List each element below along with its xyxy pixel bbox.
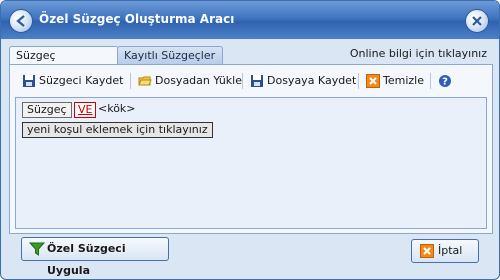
help-icon: ? (439, 75, 451, 88)
add-condition-button[interactable]: yeni koşul eklemek için tıklayınız (22, 122, 213, 138)
toolbar-separator (242, 73, 243, 89)
logical-operator-link[interactable]: VE (74, 102, 97, 118)
close-icon[interactable] (465, 9, 489, 33)
cancel-x-icon (420, 244, 434, 258)
back-arrow-icon[interactable] (9, 9, 33, 33)
apply-custom-filter-label: Özel Süzgeci Uygula (47, 242, 126, 277)
clear-x-icon (366, 74, 380, 88)
toolbar-separator (358, 73, 359, 89)
filter-builder-panel: Süzgeci Kaydet Dosyadan Yükle Dosyaya Ka… (9, 64, 493, 234)
svg-text:?: ? (442, 77, 448, 88)
root-node-label: <kök> (98, 102, 136, 115)
funnel-icon (29, 242, 45, 256)
open-folder-icon (138, 76, 152, 86)
apply-custom-filter-button[interactable]: Özel Süzgeci Uygula (21, 237, 169, 277)
window-title: Özel Süzgeç Oluşturma Aracı (39, 12, 235, 26)
filter-node[interactable]: Süzgeç (22, 102, 72, 118)
save-to-file-label: Dosyaya Kaydet (267, 74, 357, 87)
online-help-link[interactable]: Online bilgi için tıklayınız (350, 47, 487, 60)
load-from-file-label: Dosyadan Yükle (155, 74, 242, 87)
cancel-button[interactable]: İptal (411, 239, 479, 263)
toolbar-separator (430, 73, 431, 89)
dialog-window: Özel Süzgeç Oluşturma Aracı Süzgeç Oluşt… (0, 0, 500, 280)
cancel-label: İptal (438, 244, 463, 257)
title-bar[interactable]: Özel Süzgeç Oluşturma Aracı (1, 1, 499, 39)
toolbar-separator (130, 73, 131, 89)
floppy-disk-icon (251, 75, 263, 87)
tab-filter-builder[interactable]: Süzgeç Oluşturucu (9, 46, 119, 79)
clear-label: Temizle (383, 74, 424, 87)
floppy-disk-icon (23, 75, 35, 87)
toolbar: Süzgeci Kaydet Dosyadan Yükle Dosyaya Ka… (16, 70, 486, 92)
filter-editor-area[interactable]: Süzgeç VE <kök> yeni koşul eklemek için … (15, 97, 487, 229)
save-filter-label: Süzgeci Kaydet (39, 74, 124, 87)
tab-saved-filters[interactable]: Kayıtlı Süzgeçler (117, 46, 223, 64)
